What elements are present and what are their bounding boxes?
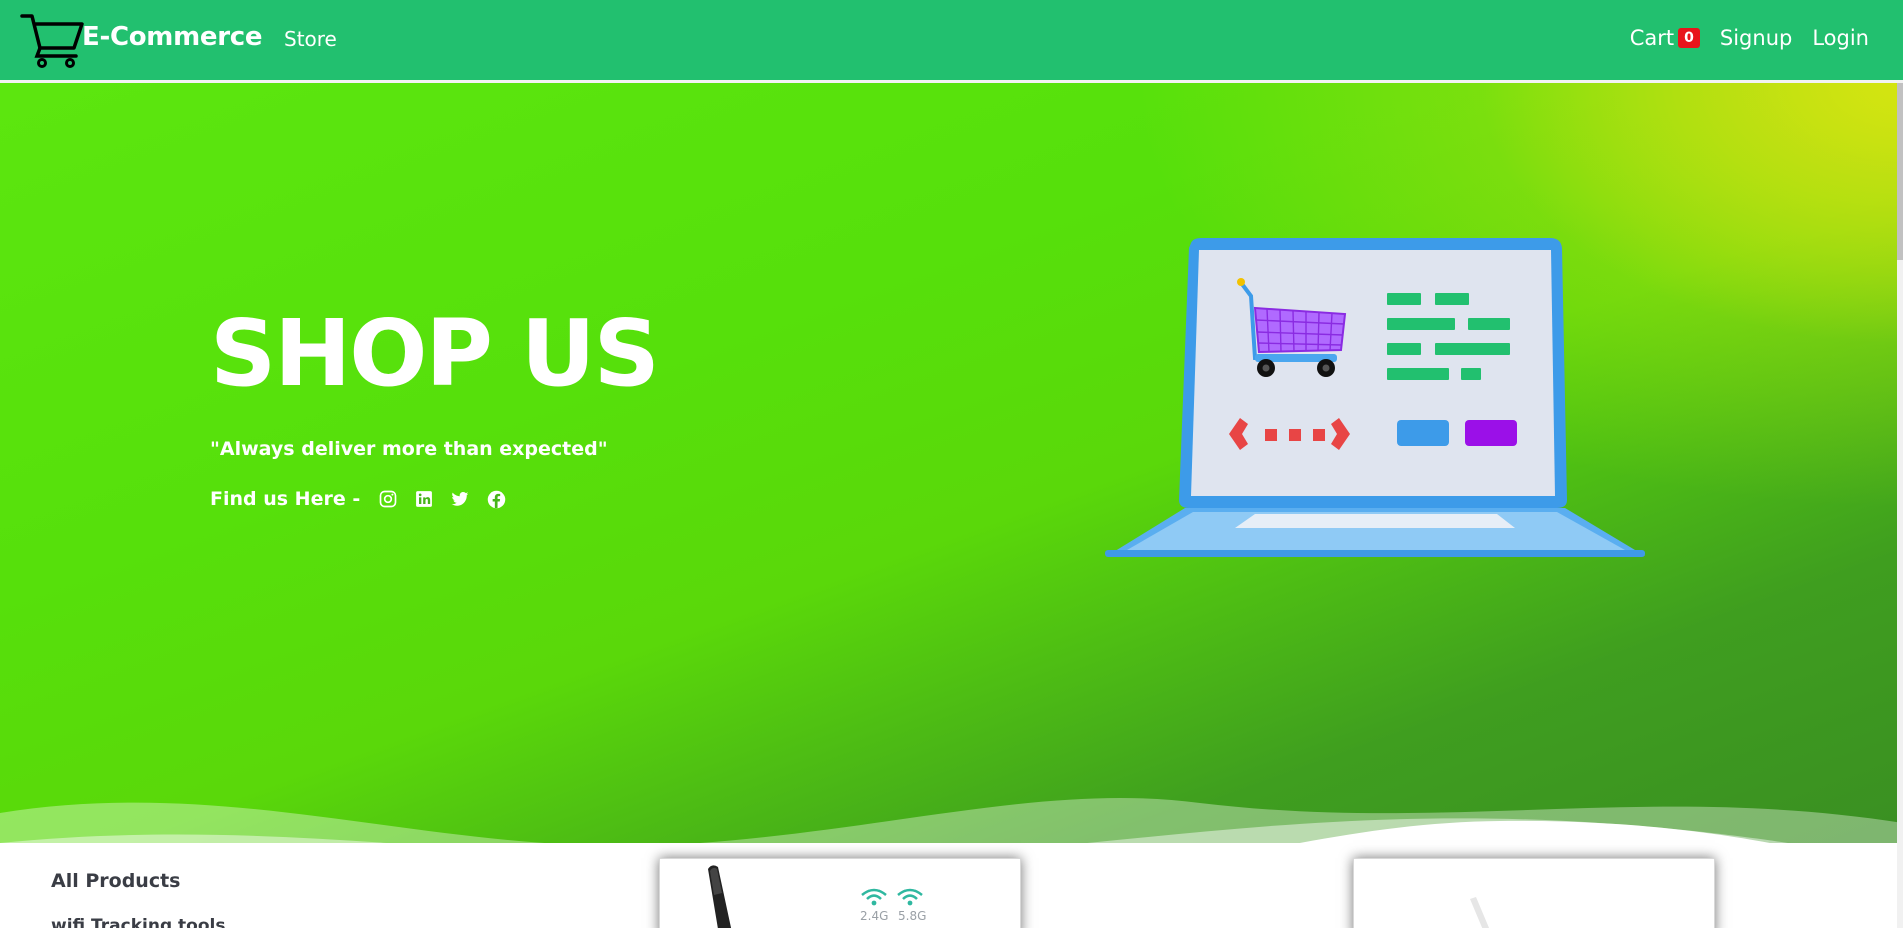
nav-link-signup[interactable]: Signup <box>1720 26 1792 50</box>
cart-logo-icon[interactable] <box>20 12 84 68</box>
wifi-icon <box>861 888 887 906</box>
cart-label: Cart <box>1629 26 1675 50</box>
wifi-band-label: 5.8G <box>898 909 927 923</box>
facebook-icon[interactable] <box>484 487 508 511</box>
hero-quote: "Always deliver more than expected" <box>210 438 608 460</box>
hero-wave-divider <box>0 797 1903 843</box>
product-card[interactable]: 2.4G 5.8G <box>659 858 1021 928</box>
navbar: E-Commerce Store Cart 0 Signup Login <box>0 0 1903 83</box>
product-image <box>1470 897 1490 928</box>
wifi-band-label: 2.4G <box>860 909 889 923</box>
hero-title: SHOP US <box>210 300 660 407</box>
brand-name[interactable]: E-Commerce <box>82 22 262 52</box>
social-links <box>376 487 508 511</box>
cart-count-badge: 0 <box>1678 28 1700 48</box>
sidebar-item-wifi-tracking[interactable]: wifi Tracking tools <box>51 916 225 928</box>
find-us-row: Find us Here - <box>210 487 508 511</box>
wifi-icon <box>897 888 923 906</box>
antenna-product-image <box>708 865 732 928</box>
sidebar-all-products[interactable]: All Products <box>51 870 180 892</box>
hero-section: SHOP US "Always deliver more than expect… <box>0 83 1903 843</box>
products-section: All Products wifi Tracking tools 2.4G 5.… <box>0 843 1903 928</box>
nav-link-login[interactable]: Login <box>1812 26 1869 50</box>
laptop-shopping-illustration <box>1105 238 1645 557</box>
twitter-icon[interactable] <box>448 487 472 511</box>
nav-link-store[interactable]: Store <box>284 27 337 51</box>
instagram-icon[interactable] <box>376 487 400 511</box>
linkedin-icon[interactable] <box>412 487 436 511</box>
nav-right-links: Cart 0 Signup Login <box>1630 26 1869 50</box>
nav-link-cart[interactable]: Cart 0 <box>1630 26 1700 50</box>
product-card[interactable] <box>1353 858 1715 928</box>
page-scrollbar[interactable] <box>1897 0 1903 928</box>
find-us-label: Find us Here - <box>210 488 361 510</box>
